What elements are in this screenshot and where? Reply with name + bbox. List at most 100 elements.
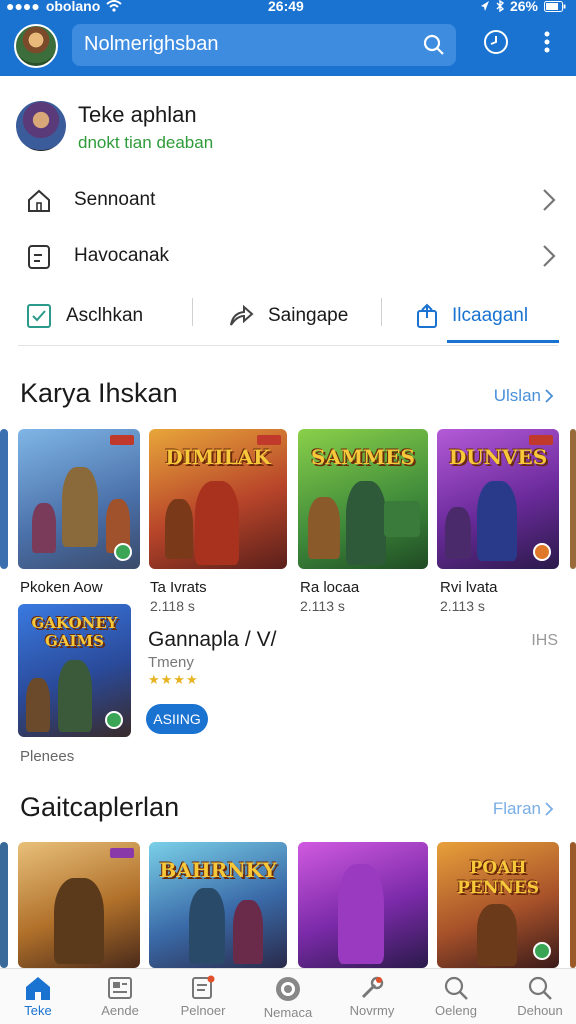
nav-item-oeleng[interactable]: Oeleng [420,975,492,1018]
game-card-partial[interactable] [0,429,8,569]
profile-subtitle: dnokt tian deaban [78,133,214,152]
character-art [32,503,56,553]
share-icon [230,304,254,326]
game-card-partial[interactable] [570,429,576,569]
location-icon [480,1,489,11]
character-art [26,678,50,732]
character-art [189,888,225,964]
battery-percent: 26% [509,0,538,14]
new-badge [110,848,134,858]
character-art [62,467,98,547]
game-card[interactable] [298,842,428,968]
character-art [58,660,92,732]
tab-label: Saingape [268,305,349,326]
featured-game-card[interactable]: GAKONEY GAIMS [18,604,131,737]
home-icon [26,977,50,1000]
game-size: 2.113 s [440,598,485,614]
document-icon [28,245,50,269]
game-name: Ra locaa [300,579,360,596]
featured-game-title: Gannapla / V/ [148,628,277,651]
chevron-right-icon [545,389,554,403]
section-title: Karya Ihskan [20,378,178,408]
character-art [338,864,384,964]
character-art [195,481,239,565]
game-name: Pkoken Aow [20,579,103,596]
tab-ilcaaganl[interactable]: Ilcaaganl [416,290,528,342]
user-avatar[interactable] [14,24,58,68]
home-icon [28,189,50,212]
menu-row-document[interactable]: Havocanak [0,232,576,282]
search-field[interactable]: Nolmerighsban [72,24,456,66]
game-card[interactable]: POAH PENNES [437,842,559,968]
character-art [477,904,517,966]
section-title: Gaitcaplerlan [20,792,180,822]
featured-install-button[interactable]: ASIING [146,704,208,734]
game-banner: POAH PENNES [456,858,540,898]
game-card[interactable]: BAHRNKY [149,842,287,968]
install-badge [533,942,551,960]
nav-item-dehoun[interactable]: Dehoun [504,975,576,1018]
menu-label: Sennoant [74,189,156,210]
game-card[interactable]: DUNVES [437,429,559,569]
nav-label: Nemaca [263,1005,313,1020]
character-art [308,497,340,559]
nav-label: Dehoun [517,1003,563,1018]
game-card-partial[interactable] [570,842,576,968]
rating-stars: ★★★★ [148,672,199,687]
menu-row-home[interactable]: Sennoant [0,176,576,226]
check-square-icon [27,304,51,328]
bottom-navigation: Teke Aende Pelnoer Nemaca Novrmy Oeleng … [0,968,576,1024]
nav-label: Novrmy [349,1003,395,1018]
active-tab-indicator [447,340,559,343]
game-banner: GAKONEY GAIMS [31,614,118,650]
new-badge [529,435,553,445]
status-time: 26:49 [268,0,304,14]
game-card[interactable] [18,429,140,569]
upload-icon [417,303,437,328]
nav-item-nemaca[interactable]: Nemaca [252,975,324,1020]
nav-item-teke[interactable]: Teke [2,975,74,1018]
install-badge [114,543,132,561]
game-name: Rvi lvata [440,579,498,596]
game-card[interactable] [18,842,140,968]
tab-asclhkan[interactable]: Asclhkan [26,290,143,342]
game-size: 2.118 s [150,598,195,614]
search-icon [528,976,552,1000]
featured-meta: IHS [531,632,558,649]
tab-divider [381,298,382,326]
profile-avatar[interactable] [16,101,66,151]
game-card[interactable]: SAMMES [298,429,428,569]
game-card[interactable]: DIMILAK [149,429,287,569]
featured-game-subtitle: Tmeny [148,654,194,671]
circle-icon [276,977,300,1001]
nav-item-aende[interactable]: Aende [84,975,156,1018]
search-placeholder: Nolmerighsban [84,33,219,55]
game-banner: DUNVES [448,445,548,469]
nav-item-novrmy[interactable]: Novrmy [336,975,408,1018]
more-vert-icon[interactable] [540,28,554,56]
game-name: Ta Ivrats [150,579,207,596]
game-card-partial[interactable] [0,842,8,968]
battery-icon [544,0,566,12]
character-art [445,507,471,559]
search-icon[interactable] [422,33,446,57]
nav-label: Teke [24,1003,52,1018]
wifi-icon [106,0,122,12]
nav-item-pelnoer[interactable]: Pelnoer [167,975,239,1018]
section-more-link[interactable]: Flaran [493,799,554,819]
featured-caption: Plenees [20,748,75,765]
tab-saingape[interactable]: Saingape [228,290,348,342]
game-banner: BAHRNKY [159,858,277,882]
game-size: 2.113 s [300,598,345,614]
game-banner: DIMILAK [165,445,271,469]
notes-icon [192,975,215,999]
signal-dots-icon: ●●●● [6,0,40,14]
history-icon[interactable] [482,28,510,56]
weapon-art [384,501,420,537]
menu-label: Havocanak [74,245,170,266]
tools-icon [361,976,384,999]
tab-divider [192,298,193,326]
nav-label: Aende [101,1003,139,1018]
search-icon [444,976,468,1000]
section-more-link[interactable]: Ulslan [494,386,554,406]
